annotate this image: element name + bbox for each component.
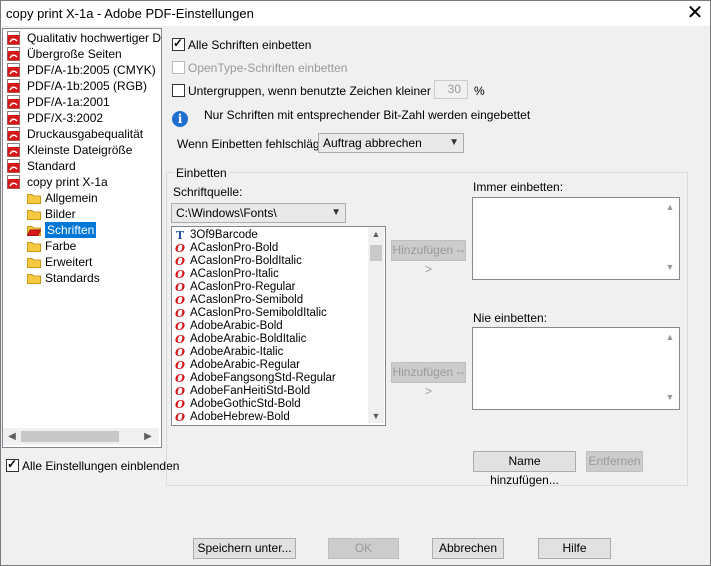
add-name-button[interactable]: Name hinzufügen... (473, 451, 576, 487)
font-source-label: Schriftquelle: (173, 185, 243, 199)
on-fail-label: Wenn Einbetten fehlschlägt: (177, 137, 327, 151)
add-always-embed-button[interactable]: Hinzufügen --> (391, 240, 466, 276)
tree-item-label: Kleinste Dateigröße (27, 143, 133, 157)
folder-icon (27, 242, 41, 252)
cancel-button[interactable]: Abbrechen (432, 538, 504, 559)
open-folder-icon (27, 226, 41, 236)
scroll-down-arrow-icon[interactable]: ▼ (368, 411, 384, 421)
font-name: ACaslonPro-BoldItalic (190, 255, 302, 267)
scroll-up-arrow-icon[interactable]: ▲ (663, 332, 677, 342)
scroll-left-arrow-icon[interactable]: ◀ (5, 430, 19, 443)
embed-opentype-checkbox[interactable] (172, 61, 185, 74)
tree-item-label: copy print X-1a (27, 175, 108, 189)
tree-item-label: Allgemein (45, 191, 98, 205)
tree-item-label: PDF/A-1b:2005 (CMYK) (27, 63, 156, 77)
tree-item-label: Farbe (45, 239, 77, 253)
font-source-value: C:\Windows\Fonts\ (176, 206, 277, 220)
window-title: copy print X-1a - Adobe PDF-Einstellunge… (6, 6, 254, 21)
font-name: AdobeGothicStd-Bold (190, 398, 301, 410)
font-name: AdobeArabic-Italic (190, 346, 284, 358)
scroll-up-arrow-icon[interactable]: ▲ (663, 202, 677, 212)
info-icon: i (172, 111, 188, 127)
font-name: ACaslonPro-Regular (190, 281, 296, 293)
on-fail-value: Auftrag abbrechen (323, 136, 422, 150)
font-name: ACaslonPro-Semibold (190, 294, 304, 306)
pdf-settings-icon (7, 63, 20, 77)
settings-tree[interactable]: Qualitativ hochwertiger Druck Übergroße S… (2, 28, 162, 448)
subset-percent-input[interactable]: 30 (434, 80, 468, 99)
add-never-embed-button[interactable]: Hinzufügen --> (391, 362, 466, 398)
scroll-down-arrow-icon[interactable]: ▼ (663, 392, 677, 402)
tree-item-label: PDF/X-3:2002 (27, 111, 104, 125)
subset-fonts-checkbox[interactable] (172, 84, 185, 97)
embed-opentype-label: OpenType-Schriften einbetten (188, 61, 348, 75)
tree-item-label: Standards (45, 271, 100, 285)
save-as-button[interactable]: Speichern unter... (193, 538, 296, 559)
tree-item-label: Druckausgabequalität (27, 127, 144, 141)
chevron-down-icon: ▼ (331, 207, 341, 218)
font-name: AdobeHebrew-Bold (190, 411, 290, 423)
remove-button[interactable]: Entfernen (586, 451, 643, 472)
font-name: AdobeFangsongStd-Regular (190, 372, 336, 384)
chevron-down-icon: ▼ (449, 137, 459, 148)
tree-horizontal-scrollbar[interactable]: ◀ ▶ (3, 428, 159, 445)
pdf-settings-icon (7, 159, 20, 173)
tree-item-label: Erweitert (45, 255, 93, 269)
show-all-settings-label: Alle Einstellungen einblenden (22, 459, 180, 473)
scroll-down-arrow-icon[interactable]: ▼ (663, 262, 677, 272)
info-text: Nur Schriften mit entsprechender Bit-Zah… (204, 108, 531, 122)
folder-icon (27, 194, 41, 204)
scroll-right-arrow-icon[interactable]: ▶ (141, 430, 155, 443)
scroll-thumb[interactable] (370, 245, 382, 261)
font-source-select[interactable]: C:\Windows\Fonts\ ▼ (171, 203, 346, 223)
tree-item-label: PDF/A-1b:2005 (RGB) (27, 79, 148, 93)
pdf-settings-icon (7, 47, 20, 61)
tree-item-label: PDF/A-1a:2001 (27, 95, 110, 109)
font-name: AdobeArabic-BoldItalic (190, 333, 307, 345)
font-name: ACaslonPro-Italic (190, 268, 279, 280)
embed-all-fonts-checkbox[interactable] (172, 36, 185, 51)
embed-group-title: Einbetten (174, 166, 229, 180)
help-button[interactable]: Hilfe (538, 538, 611, 559)
folder-icon (27, 274, 41, 284)
folder-icon (27, 210, 41, 220)
on-fail-select[interactable]: Auftrag abbrechen ▼ (318, 133, 464, 153)
tree-item-label: Standard (27, 159, 76, 173)
ok-button[interactable]: OK (328, 538, 399, 559)
font-name: ACaslonPro-SemiboldItalic (190, 307, 327, 319)
always-embed-list[interactable]: ▲ ▼ (472, 197, 680, 280)
embed-all-fonts-label: Alle Schriften einbetten (188, 38, 312, 52)
never-embed-label: Nie einbetten: (473, 311, 548, 325)
tree-item-label: Schriften (45, 222, 97, 238)
tree-item-label: Übergroße Seiten (27, 47, 122, 61)
scroll-thumb[interactable] (21, 431, 119, 442)
always-embed-label: Immer einbetten: (473, 180, 564, 194)
show-all-settings-checkbox[interactable] (6, 457, 19, 472)
tree-item-label: Bilder (45, 207, 76, 221)
pdf-settings-icon (7, 95, 20, 109)
font-list[interactable]: ▲ ▼ T 3Of9Barcode O ACaslonPro-Bold O ACaslon… (171, 226, 386, 426)
font-name: ACaslonPro-Bold (190, 242, 279, 254)
pdf-settings-icon (7, 31, 20, 45)
subset-fonts-label: Untergruppen, wenn benutzte Zeichen klei… (188, 84, 453, 98)
pdf-settings-icon (7, 111, 20, 125)
font-name: AdobeArabic-Bold (190, 320, 283, 332)
font-name: 3Of9Barcode (190, 229, 258, 241)
never-embed-list[interactable]: ▲ ▼ (472, 327, 680, 410)
pdf-settings-icon (7, 79, 20, 93)
opentype-icon: O (174, 410, 186, 424)
font-name: AdobeArabic-Regular (190, 359, 300, 371)
pdf-settings-icon (7, 127, 20, 141)
pdf-settings-icon (7, 175, 20, 189)
font-name: AdobeFanHeitiStd-Bold (190, 385, 311, 397)
pdf-settings-icon (7, 143, 20, 157)
scroll-up-arrow-icon[interactable]: ▲ (368, 229, 384, 239)
tree-item-label: Qualitativ hochwertiger Druck (27, 31, 162, 45)
close-icon[interactable]: ✕ (684, 3, 706, 23)
folder-icon (27, 258, 41, 268)
font-list-scrollbar[interactable]: ▲ ▼ (368, 227, 384, 423)
percent-unit-label: % (474, 84, 485, 98)
